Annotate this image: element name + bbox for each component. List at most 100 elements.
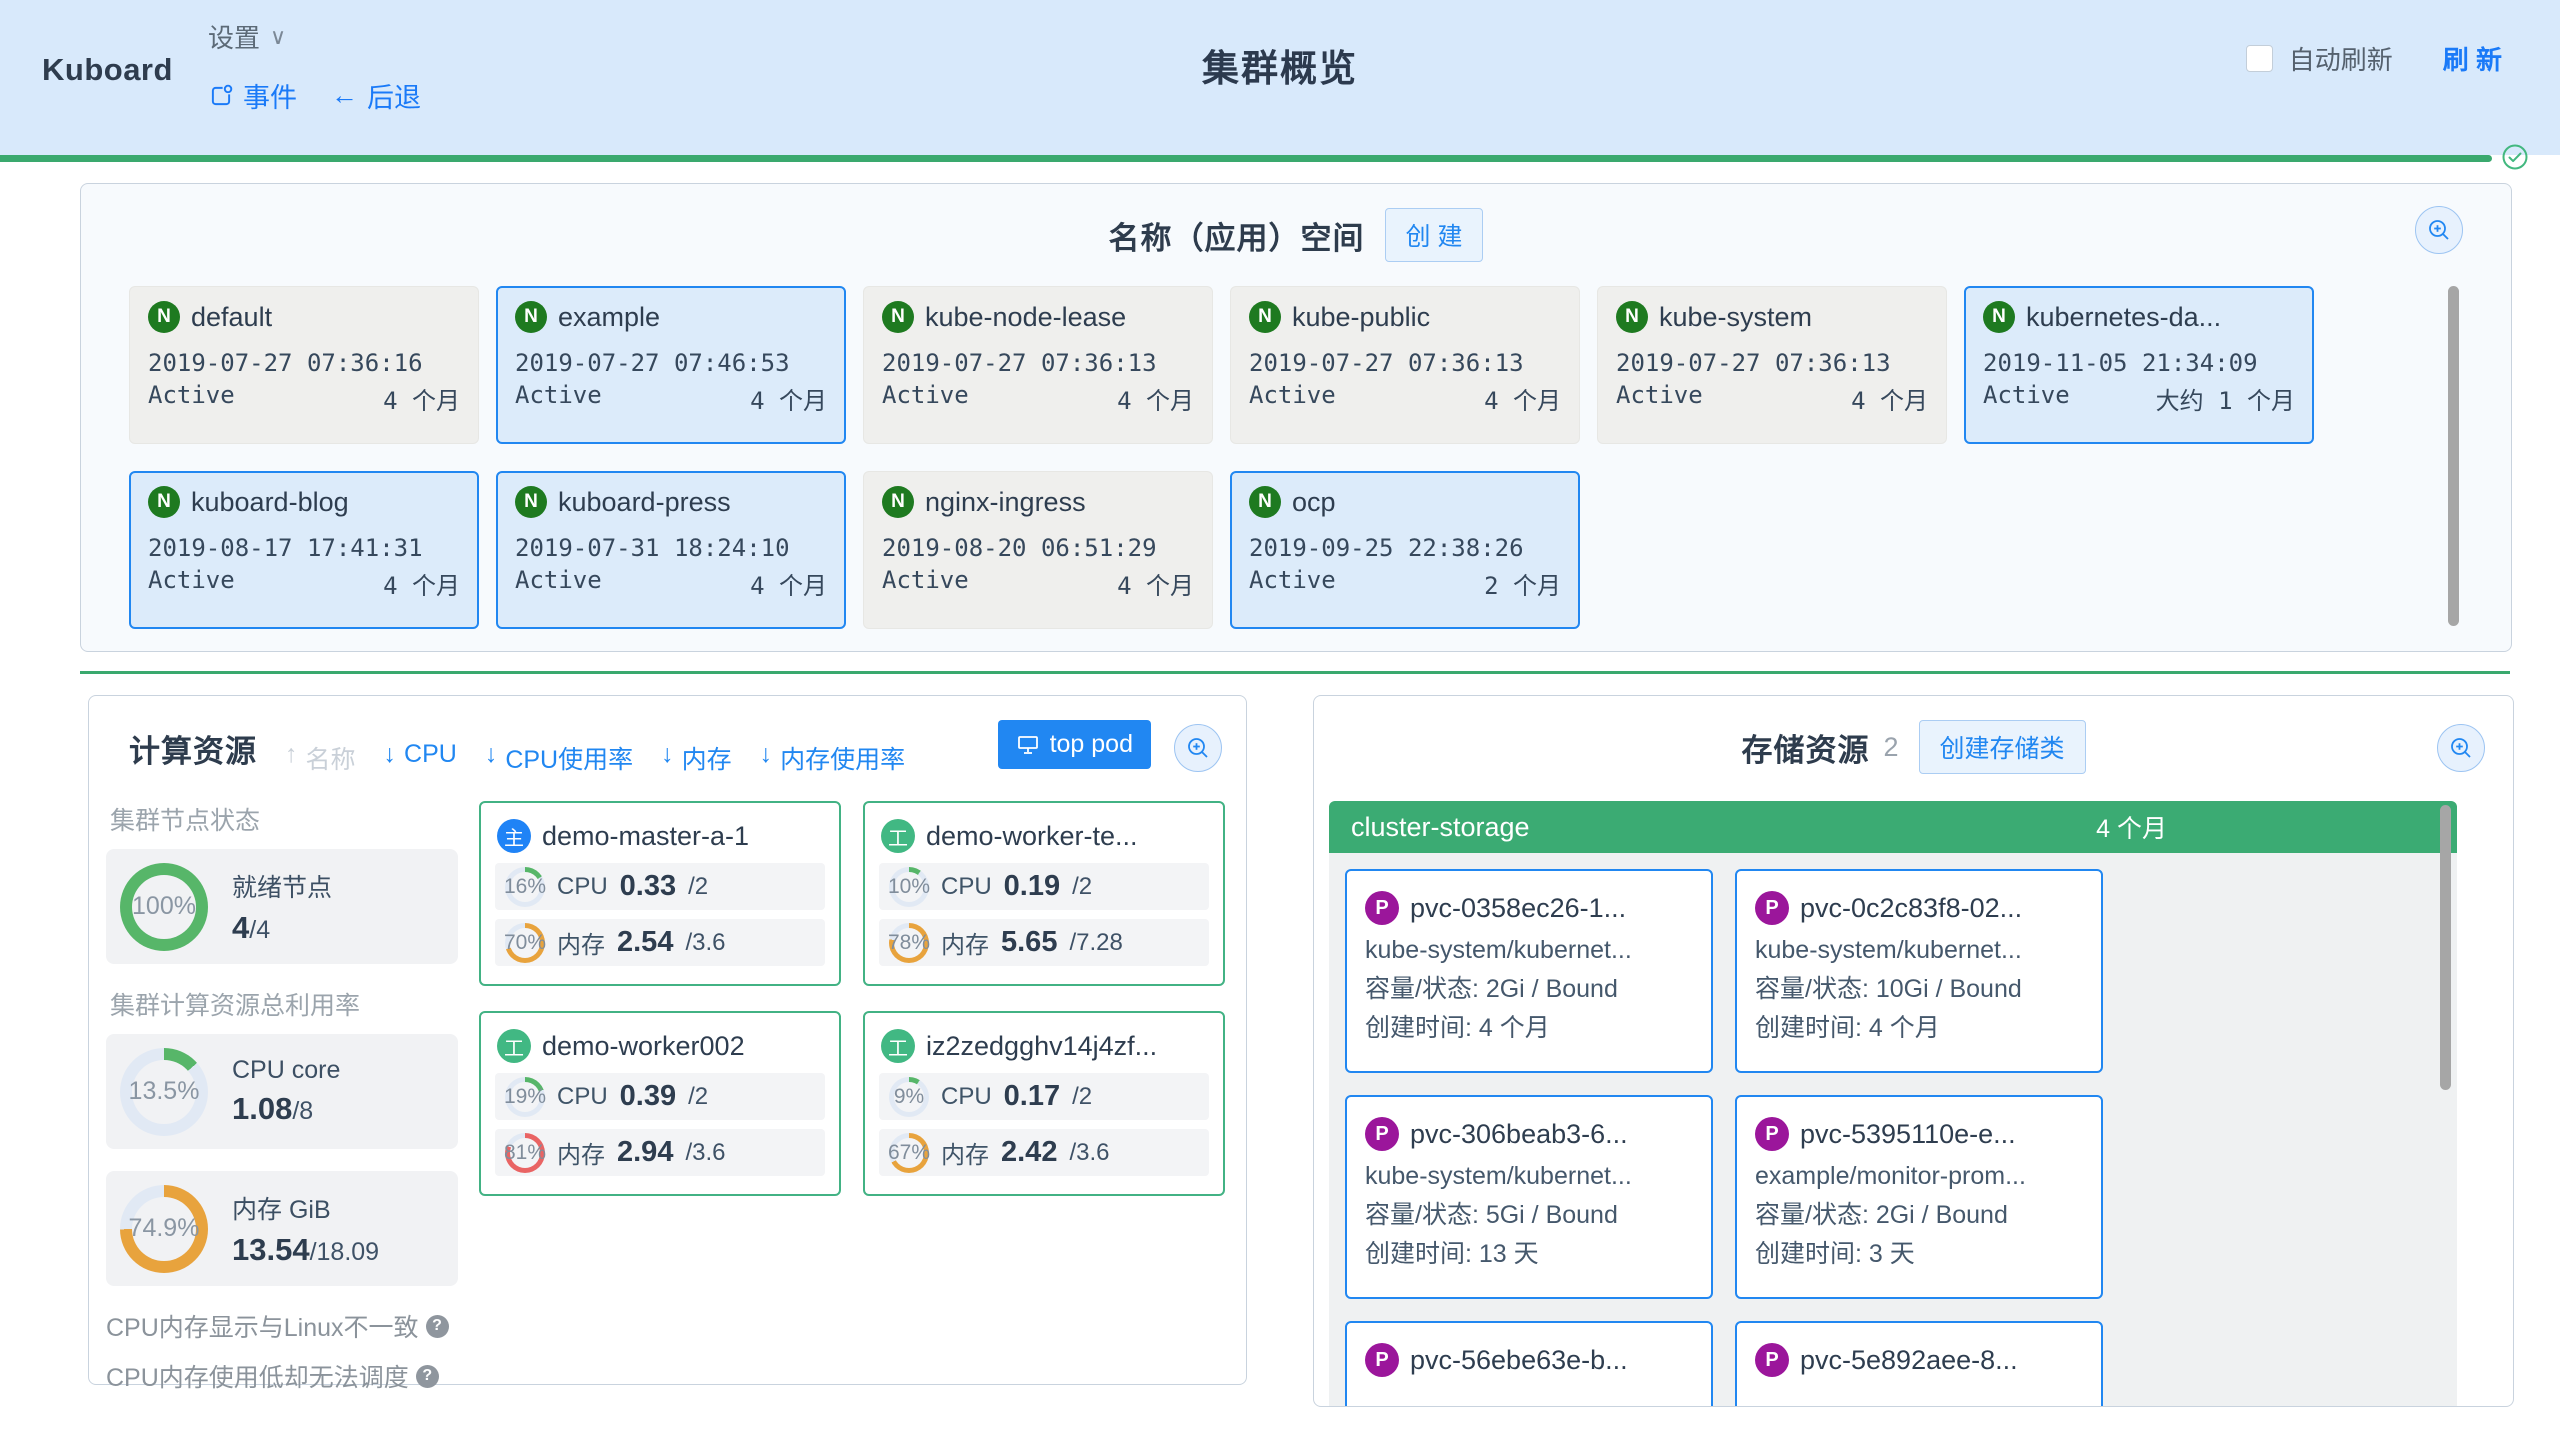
namespace-card[interactable]: Nkube-system 2019-07-27 07:36:13 Active4… [1597, 286, 1947, 444]
pvc-capacity: 容量/状态: 2Gi / Bound [1755, 1196, 2083, 1235]
settings-dropdown[interactable]: 设置 ∨ [208, 18, 286, 55]
utilization-label: 集群计算资源总利用率 [110, 986, 458, 1022]
namespace-name: kuboard-blog [191, 487, 349, 518]
node-card[interactable]: 工demo-worker-te... 10% CPU 0.19/2 78% 内存… [863, 801, 1225, 986]
pvc-card[interactable]: Ppvc-306beab3-6... kube-system/kubernet.… [1345, 1095, 1713, 1299]
cpu-value: 0.17 [1004, 1080, 1060, 1113]
memory-gib-value: 13.54 [232, 1232, 310, 1267]
cpu-value: 0.33 [620, 870, 676, 903]
namespaces-zoom-button[interactable] [2415, 206, 2463, 254]
back-link[interactable]: ← 后退 [331, 76, 421, 115]
namespace-card[interactable]: Nnginx-ingress 2019-08-20 06:51:29 Activ… [863, 471, 1213, 629]
namespace-age: 4 个月 [1117, 381, 1194, 416]
refresh-button[interactable]: 刷 新 [2443, 40, 2502, 77]
footnote-cpu-linux[interactable]: CPU内存显示与Linux不一致 ? [106, 1308, 458, 1344]
storage-class-name: cluster-storage [1351, 812, 1530, 843]
pvc-card[interactable]: Ppvc-5395110e-e... example/monitor-prom.… [1735, 1095, 2103, 1299]
memory-label: 内存 [941, 925, 989, 960]
cpu-value: 0.19 [1004, 870, 1060, 903]
memory-label: 内存 [557, 1135, 605, 1170]
question-icon[interactable]: ? [426, 1315, 449, 1338]
namespace-card[interactable]: Nkube-public 2019-07-27 07:36:13 Active4… [1230, 286, 1580, 444]
pvc-capacity: 容量/状态: 2Gi / Bound [1365, 970, 1693, 1009]
storage-zoom-button[interactable] [2437, 724, 2485, 772]
pvc-icon: P [1755, 1117, 1789, 1151]
footnote-text: CPU内存显示与Linux不一致 [106, 1308, 419, 1344]
storage-class-header[interactable]: cluster-storage 4 个月 [1329, 801, 2457, 853]
pvc-icon: P [1755, 891, 1789, 925]
top-pod-button[interactable]: top pod [998, 720, 1151, 769]
namespace-created: 2019-11-05 21:34:09 [1983, 349, 2295, 377]
pvc-source: kube-system/kubernet... [1755, 931, 2083, 970]
memory-ring: 81% [505, 1133, 545, 1173]
namespaces-scrollbar[interactable] [2448, 286, 2459, 626]
namespace-card[interactable]: Nkuboard-press 2019-07-31 18:24:10 Activ… [496, 471, 846, 629]
memory-label: 内存 [941, 1135, 989, 1170]
status-ok-check-icon [2501, 143, 2529, 171]
cpu-core-label: CPU core [232, 1056, 340, 1085]
storage-scrollbar[interactable] [2440, 805, 2451, 1090]
events-link[interactable]: 事件 [208, 76, 297, 115]
page-title: 集群概览 [1202, 38, 1358, 92]
memory-ring: 67% [889, 1133, 929, 1173]
namespace-card[interactable]: Nkube-node-lease 2019-07-27 07:36:13 Act… [863, 286, 1213, 444]
cpu-ring: 16% [505, 867, 545, 907]
pvc-card[interactable]: Ppvc-56ebe63e-b... [1345, 1321, 1713, 1407]
ready-nodes-value: 4 [232, 910, 249, 945]
kuboard-logo[interactable]: Kuboard [42, 52, 173, 88]
pvc-name: pvc-56ebe63e-b... [1410, 1345, 1628, 1376]
pvc-name: pvc-5395110e-e... [1800, 1119, 2016, 1150]
node-card[interactable]: 工demo-worker002 19% CPU 0.39/2 81% 内存 2.… [479, 1011, 841, 1196]
cpu-label: CPU [557, 873, 608, 901]
pvc-icon: P [1365, 1117, 1399, 1151]
sort-label: CPU [404, 740, 457, 769]
compute-zoom-button[interactable] [1174, 724, 1222, 772]
namespaces-title: 名称（应用）空间 [1109, 213, 1365, 258]
memory-total: /7.28 [1069, 929, 1122, 957]
namespace-card[interactable]: Nexample 2019-07-27 07:46:53 Active4 个月 [496, 286, 846, 444]
sort-by-cpu[interactable]: ↓CPU [384, 740, 457, 769]
namespace-name: kube-system [1659, 302, 1812, 333]
namespace-card[interactable]: Nkuboard-blog 2019-08-17 17:41:31 Active… [129, 471, 479, 629]
node-card[interactable]: 主demo-master-a-1 16% CPU 0.33/2 70% 内存 2… [479, 801, 841, 986]
cpu-ring: 10% [889, 867, 929, 907]
node-ready-ring: 100% [120, 863, 208, 951]
pvc-source: example/monitor-prom... [1755, 1157, 2083, 1196]
pvc-created: 创建时间: 4 个月 [1755, 1009, 2083, 1048]
auto-refresh-checkbox[interactable] [2246, 45, 2273, 72]
node-card[interactable]: 工iz2zedgghv14j4zf... 9% CPU 0.17/2 67% 内… [863, 1011, 1225, 1196]
pvc-created: 创建时间: 4 个月 [1365, 1009, 1693, 1048]
compute-title: 计算资源 [129, 726, 257, 771]
back-arrow-icon: ← [331, 80, 358, 111]
pvc-card[interactable]: Ppvc-0358ec26-1... kube-system/kubernet.… [1345, 869, 1713, 1073]
create-namespace-button[interactable]: 创 建 [1385, 208, 1484, 262]
question-icon[interactable]: ? [416, 1365, 439, 1388]
cpu-total: /2 [688, 873, 708, 901]
memory-label: 内存 [557, 925, 605, 960]
memory-value: 2.94 [617, 1136, 673, 1169]
namespace-card[interactable]: Nocp 2019-09-25 22:38:26 Active2 个月 [1230, 471, 1580, 629]
create-storage-class-button[interactable]: 创建存储类 [1919, 720, 2086, 774]
sort-by-memory[interactable]: ↓内存 [661, 740, 732, 776]
namespace-card[interactable]: Ndefault 2019-07-27 07:36:16 Active4 个月 [129, 286, 479, 444]
sort-by-memory-usage[interactable]: ↓内存使用率 [760, 740, 906, 776]
namespace-card[interactable]: Nkubernetes-da... 2019-11-05 21:34:09 Ac… [1964, 286, 2314, 444]
pvc-card[interactable]: Ppvc-5e892aee-8... [1735, 1321, 2103, 1407]
sort-by-cpu-usage[interactable]: ↓CPU使用率 [485, 740, 633, 776]
namespace-created: 2019-07-27 07:36:16 [148, 349, 460, 377]
node-cpu-row: 16% CPU 0.33/2 [495, 863, 825, 910]
namespace-created: 2019-07-27 07:46:53 [515, 349, 827, 377]
namespace-age: 2 个月 [1484, 566, 1561, 601]
namespace-created: 2019-07-27 07:36:13 [1249, 349, 1561, 377]
namespaces-panel: 名称（应用）空间 创 建 Ndefault 2019-07-27 07:36:1… [80, 183, 2512, 652]
node-memory-row: 70% 内存 2.54/3.6 [495, 919, 825, 966]
pvc-card[interactable]: Ppvc-0c2c83f8-02... kube-system/kubernet… [1735, 869, 2103, 1073]
sort-arrow-icon: ↓ [485, 740, 498, 776]
footnote-cpu-schedule[interactable]: CPU内存使用低却无法调度 ? [106, 1358, 458, 1394]
namespace-name: ocp [1292, 487, 1336, 518]
memory-total: /3.6 [685, 1139, 725, 1167]
node-memory-row: 78% 内存 5.65/7.28 [879, 919, 1209, 966]
sort-by-name[interactable]: ↑名称 [285, 740, 356, 776]
namespace-status: Active [1983, 381, 2070, 416]
cpu-total: /2 [688, 1083, 708, 1111]
